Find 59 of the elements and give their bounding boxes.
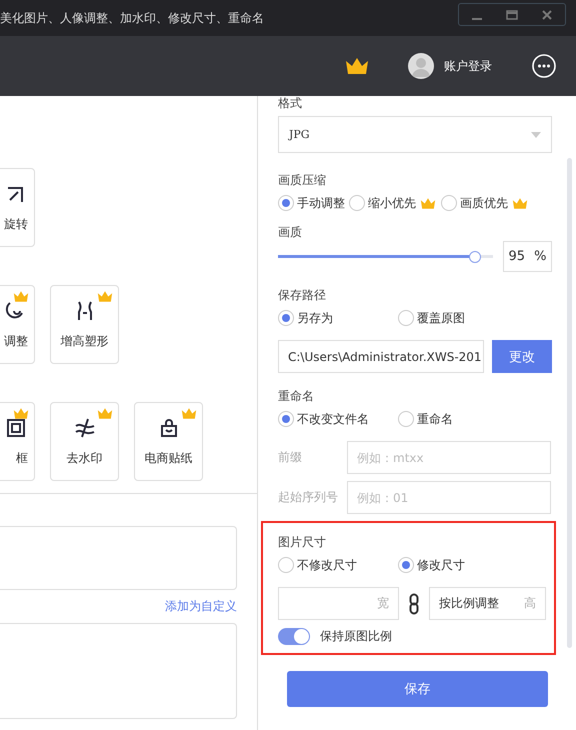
input-field[interactable]: 例如：01 — [347, 481, 551, 514]
tool-tile[interactable]: 调整 — [0, 285, 35, 364]
crown-icon — [12, 407, 30, 420]
account-login-link[interactable]: 账户登录 — [444, 58, 492, 74]
tool-tile[interactable]: 旋转 — [0, 168, 35, 247]
caret-icon — [531, 132, 541, 138]
scrollbar[interactable] — [567, 158, 572, 648]
field-label: 起始序列号 — [278, 489, 339, 506]
field-label: 前缀 — [278, 449, 303, 466]
quality-input[interactable]: 95 % — [503, 241, 552, 272]
tool-label: 旋转 — [4, 216, 28, 233]
toggle-switch[interactable] — [278, 628, 310, 645]
radio-option[interactable]: 另存为 — [278, 310, 398, 326]
close-icon[interactable] — [541, 8, 554, 20]
radio-option[interactable]: 画质优先 — [441, 194, 529, 212]
section-label: 重命名 — [278, 389, 315, 403]
radio-option[interactable]: 手动调整 — [278, 194, 345, 212]
radio-option[interactable]: 覆盖原图 — [398, 310, 518, 326]
tool-tile[interactable]: 去水印 — [50, 402, 119, 481]
crown-icon — [96, 407, 114, 420]
tool-tile[interactable]: 增高塑形 — [50, 285, 119, 364]
radio-option[interactable]: 不改变文件名 — [278, 410, 398, 428]
section-label: 格式 — [278, 96, 303, 110]
more-icon[interactable] — [532, 54, 556, 78]
tool-label: 去水印 — [66, 450, 102, 467]
crown-icon — [419, 196, 437, 210]
radio-option[interactable]: 修改尺寸 — [398, 556, 518, 574]
section-label: 画质压缩 — [278, 173, 327, 187]
crown-icon — [12, 290, 30, 303]
tool-label: 调整 — [4, 333, 28, 350]
input-field[interactable]: 例如：mtxx — [347, 441, 551, 474]
save-button[interactable]: 保存 — [287, 671, 548, 707]
frame-icon — [4, 416, 28, 440]
radio-option[interactable]: 缩小优先 — [349, 194, 437, 212]
add-custom-link[interactable]: 添加为自定义 — [165, 598, 237, 615]
section-label: 图片尺寸 — [278, 535, 327, 549]
height-field[interactable]: 按比例调整 高 — [429, 587, 546, 620]
window-title: 美化图片、人像调整、加水印、修改尺寸、重命名 — [0, 10, 264, 26]
crown-icon — [96, 290, 114, 303]
radio-option[interactable]: 不修改尺寸 — [278, 556, 398, 574]
tool-label: 电商贴纸 — [144, 450, 192, 467]
tool-tile[interactable]: 框 — [0, 402, 35, 481]
section-label: 保存路径 — [278, 288, 327, 302]
radio-option[interactable]: 重命名 — [398, 410, 518, 428]
toggle-label: 保持原图比例 — [320, 628, 392, 645]
crown-icon — [511, 196, 529, 210]
change-button[interactable]: 更改 — [492, 340, 552, 373]
format-dropdown[interactable]: JPG — [278, 116, 552, 153]
tool-label: 增高塑形 — [60, 333, 108, 350]
crown-icon[interactable] — [344, 56, 370, 76]
tool-tile[interactable]: 电商贴纸 — [134, 402, 203, 481]
watermark-remove-icon — [72, 416, 96, 440]
avatar-icon[interactable] — [408, 53, 434, 79]
tool-label: 框 — [16, 450, 28, 467]
path-field[interactable]: C:\Users\Administrator.XWS-201 — [278, 340, 484, 373]
maximize-icon[interactable] — [506, 8, 518, 20]
section-label: 画质 — [278, 225, 303, 239]
crown-icon — [180, 407, 198, 420]
link-icon[interactable] — [409, 592, 419, 614]
